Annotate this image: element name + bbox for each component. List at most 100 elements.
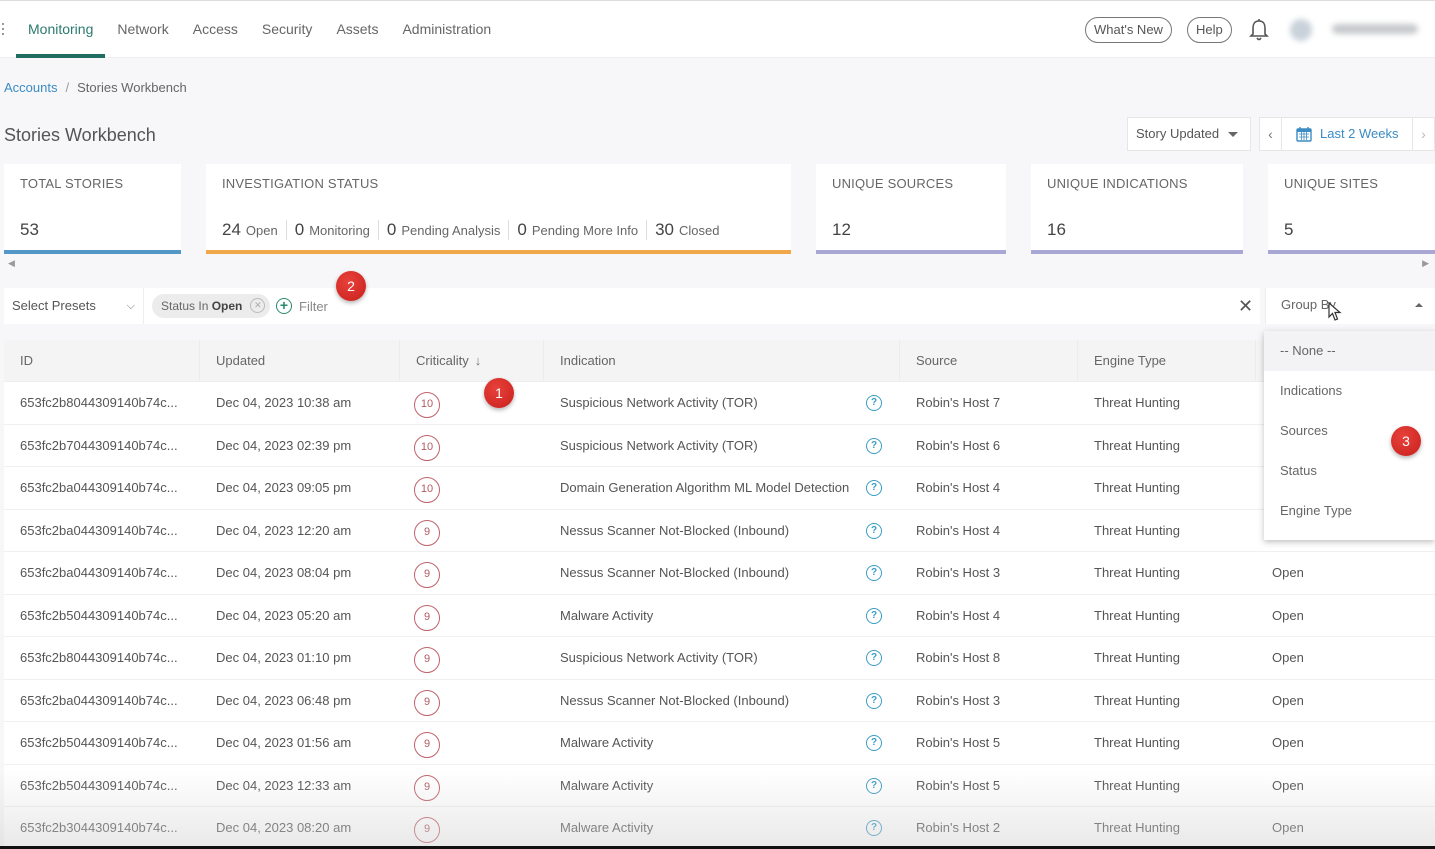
- filter-bar: Select Presets ⌵ Status In Open ✕ + Filt…: [4, 288, 1260, 324]
- table-row[interactable]: 653fc2b8044309140b74c... Dec 04, 2023 10:…: [4, 382, 1435, 425]
- main-tabs: Monitoring Network Access Security Asset…: [16, 1, 503, 59]
- cell-engine-type: Threat Hunting: [1094, 777, 1180, 793]
- help-circle-icon[interactable]: ?: [866, 565, 882, 581]
- cell-engine-type: Threat Hunting: [1094, 650, 1180, 665]
- help-circle-icon[interactable]: ?: [866, 395, 882, 411]
- cell-id[interactable]: 653fc2ba044309140b74c...: [4, 552, 200, 594]
- table-row[interactable]: 653fc2ba044309140b74c... Dec 04, 2023 08:…: [4, 552, 1435, 595]
- help-circle-icon[interactable]: ?: [866, 820, 882, 836]
- help-circle-icon[interactable]: ?: [866, 777, 882, 794]
- stories-table: ID Updated Criticality ↓ Indication Sourc…: [4, 340, 1435, 849]
- scroll-left-icon[interactable]: ◀: [8, 258, 15, 269]
- column-header-criticality[interactable]: Criticality ↓: [400, 340, 544, 381]
- group-by-option-indications[interactable]: Indications: [1264, 371, 1435, 411]
- help-circle-icon[interactable]: ?: [866, 437, 882, 454]
- help-circle-icon[interactable]: ?: [866, 480, 882, 496]
- indication-text: Suspicious Network Activity (TOR): [560, 395, 758, 410]
- table-row[interactable]: 653fc2b8044309140b74c... Dec 04, 2023 01:…: [4, 637, 1435, 680]
- cell-id[interactable]: 653fc2b8044309140b74c...: [4, 637, 200, 679]
- annotation-marker-3: 3: [1391, 426, 1421, 456]
- help-circle-icon[interactable]: ?: [866, 692, 882, 709]
- scroll-right-icon[interactable]: ▶: [1422, 258, 1429, 269]
- clear-filters-icon[interactable]: ✕: [1238, 288, 1253, 324]
- calendar-icon: [1296, 127, 1312, 142]
- menu-icon[interactable]: [2, 23, 5, 37]
- tab-network[interactable]: Network: [105, 1, 180, 59]
- cell-id[interactable]: 653fc2ba044309140b74c...: [4, 467, 200, 509]
- tab-monitoring[interactable]: Monitoring: [16, 1, 106, 59]
- group-by-option-none[interactable]: -- None --: [1264, 331, 1435, 371]
- cell-id[interactable]: 653fc2b7044309140b74c...: [4, 425, 200, 467]
- breadcrumb-accounts[interactable]: Accounts: [4, 80, 57, 95]
- tab-security[interactable]: Security: [250, 1, 325, 59]
- table-row[interactable]: 653fc2b7044309140b74c... Dec 04, 2023 02:…: [4, 424, 1435, 467]
- help-circle-icon[interactable]: ?: [866, 735, 882, 751]
- cell-source: Robin's Host 7: [916, 395, 1001, 410]
- group-by-dropdown[interactable]: Group By: [1265, 288, 1435, 324]
- cell-updated: Dec 04, 2023 02:39 pm: [216, 437, 352, 453]
- column-header-updated[interactable]: Updated: [200, 340, 400, 381]
- status-monitoring[interactable]: 0 Monitoring: [285, 220, 378, 240]
- remove-chip-icon[interactable]: ✕: [250, 298, 266, 313]
- card-unique-indications[interactable]: UNIQUE INDICATIONS 16: [1031, 164, 1243, 254]
- user-menu[interactable]: [1282, 9, 1432, 51]
- cell-id[interactable]: 653fc2b5044309140b74c...: [4, 722, 200, 764]
- criticality-badge: 10: [414, 477, 440, 503]
- sort-by-dropdown[interactable]: Story Updated: [1127, 117, 1251, 151]
- cell-id[interactable]: 653fc2b3044309140b74c...: [4, 807, 200, 849]
- cell-id[interactable]: 653fc2b8044309140b74c...: [4, 382, 200, 424]
- table-row[interactable]: 653fc2ba044309140b74c... Dec 04, 2023 06:…: [4, 679, 1435, 722]
- column-header-id[interactable]: ID: [4, 340, 200, 381]
- filter-chip-status[interactable]: Status In Open ✕: [152, 294, 271, 318]
- card-value: 16: [1047, 220, 1066, 239]
- date-range-button[interactable]: Last 2 Weeks: [1296, 118, 1399, 150]
- table-row[interactable]: 653fc2ba044309140b74c... Dec 04, 2023 12:…: [4, 509, 1435, 552]
- status-open[interactable]: 24 Open: [222, 220, 286, 240]
- column-header-engine-type[interactable]: Engine Type: [1078, 340, 1256, 381]
- tab-administration[interactable]: Administration: [390, 1, 503, 59]
- group-by-option-engine-type[interactable]: Engine Type: [1264, 491, 1435, 531]
- column-header-indication[interactable]: Indication: [544, 340, 900, 381]
- table-body: 653fc2b8044309140b74c... Dec 04, 2023 10:…: [4, 382, 1435, 849]
- add-filter-button[interactable]: + Filter: [276, 288, 328, 324]
- indication-text: Suspicious Network Activity (TOR): [560, 437, 758, 453]
- help-circle-icon[interactable]: ?: [866, 522, 882, 539]
- cell-id[interactable]: 653fc2b5044309140b74c...: [4, 595, 200, 637]
- breadcrumb: Accounts / Stories Workbench: [4, 80, 187, 95]
- status-pending-more-info[interactable]: 0 Pending More Info: [508, 220, 646, 240]
- card-unique-sources[interactable]: UNIQUE SOURCES 12: [816, 164, 1006, 254]
- cell-criticality: 9: [400, 807, 544, 849]
- help-circle-icon[interactable]: ?: [866, 607, 882, 624]
- card-unique-sites[interactable]: UNIQUE SITES 5: [1268, 164, 1435, 254]
- tab-access[interactable]: Access: [181, 1, 250, 59]
- indication-text: Nessus Scanner Not-Blocked (Inbound): [560, 565, 790, 580]
- table-row[interactable]: 653fc2b5044309140b74c... Dec 04, 2023 01:…: [4, 722, 1435, 765]
- card-total-stories[interactable]: TOTAL STORIES 53: [4, 164, 181, 254]
- cell-id[interactable]: 653fc2ba044309140b74c...: [4, 510, 200, 552]
- card-title: INVESTIGATION STATUS: [222, 176, 379, 191]
- group-by-option-status[interactable]: Status: [1264, 451, 1435, 491]
- column-header-source[interactable]: Source: [900, 340, 1078, 381]
- cell-id[interactable]: 653fc2ba044309140b74c...: [4, 680, 200, 722]
- table-row[interactable]: 653fc2ba044309140b74c... Dec 04, 2023 09:…: [4, 467, 1435, 510]
- tab-assets[interactable]: Assets: [324, 1, 390, 59]
- chevron-right-icon[interactable]: ›: [1412, 118, 1434, 150]
- plus-circle-icon: +: [276, 298, 292, 314]
- cell-id[interactable]: 653fc2b5044309140b74c...: [4, 765, 200, 807]
- status-label: Pending Analysis: [401, 223, 501, 238]
- status-closed[interactable]: 30 Closed: [646, 220, 727, 240]
- bell-icon[interactable]: [1248, 18, 1270, 42]
- table-row[interactable]: 653fc2b3044309140b74c... Dec 04, 2023 08:…: [4, 807, 1435, 849]
- cell-indication: Nessus Scanner Not-Blocked (Inbound)?: [544, 552, 900, 594]
- card-value: 5: [1284, 220, 1294, 239]
- chevron-left-icon[interactable]: ‹: [1260, 118, 1282, 150]
- select-presets-dropdown[interactable]: Select Presets ⌵: [4, 288, 144, 324]
- table-row[interactable]: 653fc2b5044309140b74c... Dec 04, 2023 05:…: [4, 594, 1435, 637]
- help-button[interactable]: Help: [1187, 17, 1232, 43]
- cell-source: Robin's Host 4: [916, 607, 1001, 623]
- help-circle-icon[interactable]: ?: [866, 650, 882, 666]
- table-row[interactable]: 653fc2b5044309140b74c... Dec 04, 2023 12:…: [4, 764, 1435, 807]
- status-pending-analysis[interactable]: 0 Pending Analysis: [377, 220, 508, 240]
- cell-engine-type: Threat Hunting: [1094, 820, 1180, 835]
- whats-new-button[interactable]: What's New: [1085, 17, 1172, 43]
